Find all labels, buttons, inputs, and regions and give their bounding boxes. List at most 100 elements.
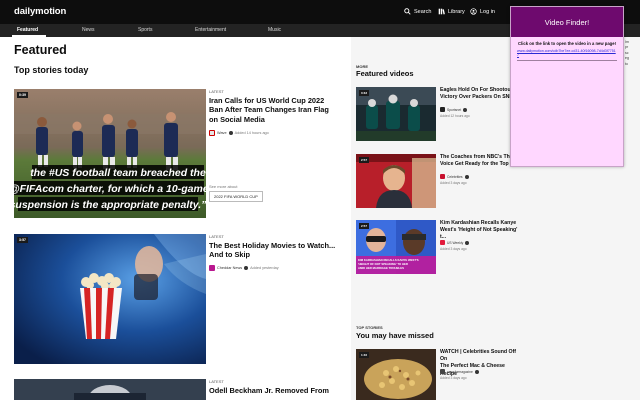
story-1-title[interactable]: Iran Calls for US World Cup 2022 Ban Aft…	[209, 96, 344, 124]
caption-line-3: suspension is the appropriate penalty.”	[14, 199, 206, 211]
featured-video-2-title-line: The Coaches from NBC's The	[440, 154, 513, 160]
search-button[interactable]: Search	[404, 8, 431, 15]
tab-entertainment[interactable]: Entertainment	[195, 27, 226, 33]
source-logo	[209, 265, 215, 271]
featured-video-2-title[interactable]: The Coaches from NBC's The Voice Get Rea…	[440, 154, 520, 168]
story-1-category: LATEST	[209, 89, 224, 94]
source-name[interactable]: Cheddar News	[217, 266, 242, 270]
video-link[interactable]: www.dailymotion.com/cdb7be7ee-cd31-40f16…	[511, 47, 623, 58]
featured-videos-title: Featured videos	[356, 69, 414, 78]
tab-news[interactable]: News	[82, 27, 95, 33]
source-logo	[440, 174, 445, 179]
football-training-image: the #US football team breached the @FIFA…	[14, 89, 206, 218]
you-may-have-missed-title: You may have missed	[356, 331, 434, 340]
featured-video-1-title-line: Victory Over Packers On SNF	[440, 94, 513, 101]
library-icon	[438, 8, 445, 15]
source-name[interactable]: US Weekly	[447, 241, 463, 245]
verified-icon	[465, 240, 470, 245]
featured-video-2-title-line: Voice Get Ready for the Top 10	[440, 161, 516, 168]
tab-sports[interactable]: Sports	[138, 27, 152, 33]
tab-featured[interactable]: Featured	[17, 27, 38, 33]
source-name[interactable]: Wave	[217, 131, 227, 135]
story-1-title-line: Iran Calls for US World Cup 2022	[209, 96, 325, 105]
featured-video-3-time: Added 3 days ago	[440, 247, 467, 251]
source-name[interactable]: Celebrities	[447, 175, 463, 179]
story-3-category: LATEST	[209, 379, 224, 384]
story-3-title[interactable]: Odell Beckham Jr. Removed From	[209, 386, 344, 395]
featured-video-1-time: Added 12 hours ago	[440, 114, 470, 118]
page-title: Featured	[14, 43, 67, 57]
missed-video-1-meta: newsformagazine	[440, 369, 479, 374]
story-2-title[interactable]: The Best Holiday Movies to Watch... And …	[209, 241, 344, 260]
featured-video-1-thumbnail[interactable]: 0:33	[356, 87, 436, 141]
missed-video-1-time: Added 3 days ago	[440, 376, 467, 380]
story-2-title-line: And to Skip	[209, 250, 251, 260]
clipped-side-text: Im pr sc eg to	[625, 40, 629, 67]
video-finder-popup: Video Finder! Click on the link to open …	[510, 6, 624, 167]
source-logo	[440, 107, 445, 112]
page-root: dailymotion Search Library Log in Featur…	[0, 0, 640, 400]
featured-video-3-meta: US Weekly	[440, 240, 470, 245]
source-name[interactable]: Sportsnet	[447, 108, 461, 112]
section-title-top-stories: Top stories today	[14, 65, 89, 75]
odell-image	[14, 379, 206, 400]
story-1-meta: Wave Added 14 hours ago	[209, 130, 269, 136]
featured-video-1-title-line: Eagles Hold On For Shootout	[440, 87, 513, 93]
added-time: Added 14 hours ago	[234, 131, 269, 135]
see-more-label: See more about	[209, 184, 238, 189]
added-time: Added 3 days ago	[440, 247, 467, 251]
featured-video-3-title[interactable]: Kim Kardashian Recalls Kanye West's 'Hei…	[440, 220, 520, 242]
library-button[interactable]: Library	[438, 8, 465, 15]
featured-video-2-time: Added 3 days ago	[440, 181, 467, 185]
added-time: Added yesterday	[250, 266, 279, 270]
featured-video-1-title[interactable]: Eagles Hold On For Shootout Victory Over…	[440, 87, 520, 101]
duration-badge: 3:57	[17, 237, 29, 243]
verified-icon	[474, 369, 479, 374]
popup-divider	[517, 59, 617, 61]
missed-video-1-thumbnail[interactable]: 1:46	[356, 349, 436, 400]
topic-chip[interactable]: 2022 FIFA WORLD CUP	[209, 191, 263, 202]
duration-badge: 2:57	[359, 157, 370, 163]
story-1-thumbnail[interactable]: the #US football team breached the @FIFA…	[14, 89, 206, 218]
featured-video-3-thumbnail[interactable]: KIM KARDASHIAN RECALLS KANYE WEST'S 'HEI…	[356, 220, 436, 274]
story-2-title-line: The Best Holiday Movies to Watch...	[209, 241, 336, 250]
verified-icon	[463, 107, 468, 112]
story-3-thumbnail[interactable]	[14, 379, 206, 400]
popup-instruction: Click on the link to open the video in a…	[518, 41, 616, 46]
duration-badge: 0:39	[17, 92, 29, 98]
dailymotion-logo[interactable]: dailymotion	[14, 6, 66, 17]
library-label: Library	[448, 8, 465, 15]
duration-badge: 2:57	[359, 223, 370, 229]
added-time: Added 12 hours ago	[440, 114, 470, 118]
clipped-text-line: to	[625, 61, 628, 66]
login-button[interactable]: Log in	[470, 8, 495, 15]
overlay-line-3: AMID HER MARRIAGE TROUBLES	[358, 266, 404, 270]
story-2-thumbnail[interactable]: 3:57	[14, 234, 206, 364]
source-name[interactable]: newsformagazine	[447, 370, 473, 374]
duration-badge: 0:33	[359, 90, 370, 96]
popcorn-image	[14, 234, 206, 364]
featured-video-1-meta: Sportsnet	[440, 107, 468, 112]
verified-icon	[228, 131, 233, 135]
source-logo	[440, 240, 445, 245]
verified-icon	[244, 266, 249, 270]
search-label: Search	[414, 8, 432, 15]
featured-video-2-meta: Celebrities	[440, 174, 469, 179]
duration-badge: 1:46	[359, 352, 370, 358]
clipped-text-line: eg	[625, 56, 629, 61]
added-time: Added 3 days ago	[440, 181, 467, 185]
top-stories-label: TOP STORIES	[356, 325, 383, 330]
popup-title: Video Finder!	[511, 7, 623, 37]
featured-video-3-title-line: Kim Kardashian Recalls Kanye	[440, 220, 517, 226]
active-tab-indicator	[12, 35, 46, 37]
story-2-category: LATEST	[209, 234, 224, 239]
missed-video-1-title-line: WATCH | Celebrities Sound Off On	[440, 349, 516, 363]
story-3-title-line: Odell Beckham Jr. Removed From	[209, 386, 329, 395]
story-2-meta: Cheddar News Added yesterday	[209, 265, 279, 271]
source-logo	[209, 130, 215, 136]
search-icon	[404, 8, 411, 15]
tab-music[interactable]: Music	[268, 27, 281, 33]
featured-video-2-thumbnail[interactable]: 2:57	[356, 154, 436, 208]
source-logo	[440, 369, 445, 374]
story-1-title-line: Ban After Team Changes Iran Flag	[209, 105, 329, 115]
